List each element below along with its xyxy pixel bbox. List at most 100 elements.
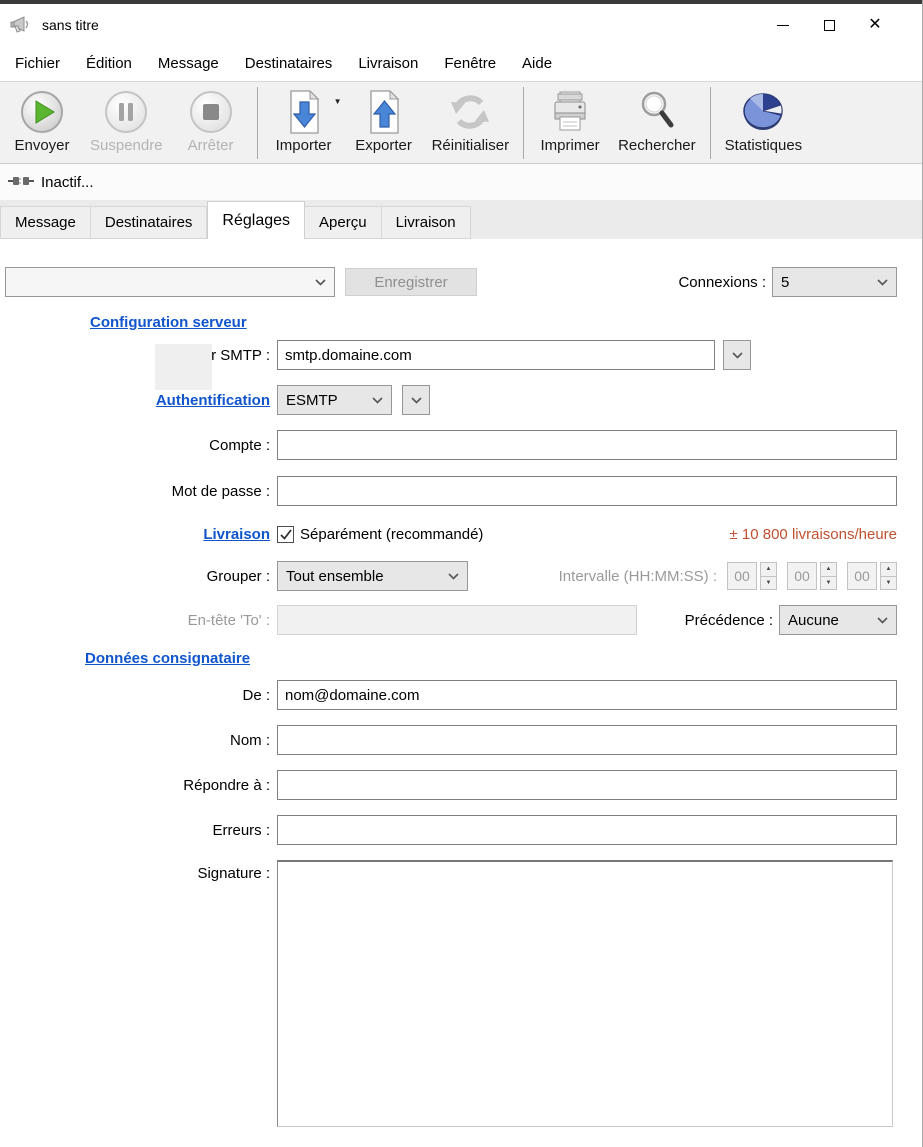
smtp-row: ur SMTP : xyxy=(0,340,897,370)
errors-input[interactable] xyxy=(277,815,897,845)
group-value: Tout ensemble xyxy=(286,567,384,585)
tab-apercu[interactable]: Aperçu xyxy=(305,206,382,239)
chevron-down-icon xyxy=(877,278,888,286)
chevron-down-icon xyxy=(372,396,383,404)
toolbar-label: Envoyer xyxy=(14,137,70,154)
interval-ss-value[interactable]: 00 xyxy=(847,562,877,590)
preset-combobox[interactable] xyxy=(5,267,335,297)
consignor-data-link[interactable]: Données consignataire xyxy=(85,650,250,667)
account-label: Compte : xyxy=(209,436,270,454)
search-button[interactable]: Rechercher xyxy=(610,85,704,160)
title-bar: sans titre ✕ xyxy=(0,4,922,46)
toolbar-label: Importer xyxy=(275,137,332,154)
pause-circle-icon xyxy=(103,88,149,136)
toolbar-label: Arrêter xyxy=(187,137,234,154)
name-input[interactable] xyxy=(277,725,897,755)
window-controls: ✕ xyxy=(760,10,912,40)
interval-mm-spinner[interactable]: 00 ▲ ▼ xyxy=(787,562,837,590)
save-button[interactable]: Enregistrer xyxy=(345,268,477,296)
interval-mm-value[interactable]: 00 xyxy=(787,562,817,590)
toolbar-separator xyxy=(709,86,711,159)
menu-message[interactable]: Message xyxy=(145,55,232,72)
status-text: Inactif... xyxy=(41,173,94,191)
group-combobox[interactable]: Tout ensemble xyxy=(277,561,468,591)
statistics-button[interactable]: Statistiques xyxy=(717,85,811,160)
spinner-down-icon[interactable]: ▼ xyxy=(820,575,837,590)
smtp-input[interactable] xyxy=(277,340,715,370)
errors-row: Erreurs : xyxy=(0,815,897,845)
delivery-link[interactable]: Livraison xyxy=(203,526,270,543)
spinner-up-icon[interactable]: ▲ xyxy=(760,562,777,576)
interval-ss-spinner[interactable]: 00 ▲ ▼ xyxy=(847,562,897,590)
check-icon xyxy=(279,528,292,540)
hh-stepper[interactable]: ▲ ▼ xyxy=(760,562,777,590)
main-toolbar: Envoyer Suspendre Arrêter ▼ Importer Exp… xyxy=(0,81,922,164)
interval-hh-spinner[interactable]: 00 ▲ ▼ xyxy=(727,562,777,590)
stop-button[interactable]: Arrêter xyxy=(171,85,251,160)
tab-livraison[interactable]: Livraison xyxy=(381,206,471,239)
menu-livraison[interactable]: Livraison xyxy=(345,55,431,72)
from-input[interactable] xyxy=(277,680,897,710)
menu-aide[interactable]: Aide xyxy=(509,55,565,72)
from-row: De : xyxy=(0,680,897,710)
name-row: Nom : xyxy=(0,725,897,755)
interval-hh-value[interactable]: 00 xyxy=(727,562,757,590)
precedence-combobox[interactable]: Aucune xyxy=(779,605,897,635)
spinner-up-icon[interactable]: ▲ xyxy=(880,562,897,576)
to-header-input xyxy=(277,605,637,635)
status-bar: Inactif... xyxy=(0,164,922,200)
menu-destinataires[interactable]: Destinataires xyxy=(232,55,346,72)
connections-combobox[interactable]: 5 xyxy=(772,267,897,297)
export-button[interactable]: Exporter xyxy=(344,85,424,160)
reply-to-input[interactable] xyxy=(277,770,897,800)
redaction-box xyxy=(155,344,212,390)
menu-fenetre[interactable]: Fenêtre xyxy=(431,55,509,72)
to-header-label: En-tête 'To' : xyxy=(187,611,270,629)
authentication-link[interactable]: Authentification xyxy=(156,392,270,409)
ss-stepper[interactable]: ▲ ▼ xyxy=(880,562,897,590)
minimize-button[interactable] xyxy=(760,10,806,40)
smtp-history-dropdown[interactable] xyxy=(723,340,751,370)
toolbar-separator xyxy=(256,86,258,159)
disconnected-plug-icon xyxy=(8,174,34,191)
signature-textarea[interactable] xyxy=(277,860,893,1127)
consignor-section-row: Données consignataire xyxy=(0,648,897,668)
menu-fichier[interactable]: Fichier xyxy=(2,55,73,72)
magnifier-icon xyxy=(635,88,679,136)
reset-button[interactable]: Réinitialiser xyxy=(424,85,518,160)
account-input[interactable] xyxy=(277,430,897,460)
auth-method-combobox[interactable]: ESMTP xyxy=(277,385,392,415)
auth-row: Authentification ESMTP xyxy=(0,385,897,415)
settings-panel: Enregistrer Connexions : 5 Configuration… xyxy=(0,239,922,1127)
toolbar-label: Suspendre xyxy=(90,137,163,154)
chevron-down-icon xyxy=(731,351,743,359)
auth-options-dropdown[interactable] xyxy=(402,385,430,415)
send-button[interactable]: Envoyer xyxy=(2,85,82,160)
spinner-down-icon[interactable]: ▼ xyxy=(760,575,777,590)
precedence-label: Précédence : xyxy=(684,611,773,629)
password-label: Mot de passe : xyxy=(171,482,270,500)
separately-checkbox[interactable] xyxy=(277,525,294,543)
tab-message[interactable]: Message xyxy=(0,206,91,239)
connections-value: 5 xyxy=(781,273,790,291)
print-button[interactable]: Imprimer xyxy=(530,85,610,160)
pause-button[interactable]: Suspendre xyxy=(82,85,171,160)
spinner-up-icon[interactable]: ▲ xyxy=(820,562,837,576)
import-dropdown-caret-icon[interactable]: ▼ xyxy=(334,97,342,106)
maximize-button[interactable] xyxy=(806,10,852,40)
tab-reglages[interactable]: Réglages xyxy=(207,201,306,239)
signature-row: Signature : xyxy=(0,860,897,1127)
spinner-down-icon[interactable]: ▼ xyxy=(880,575,897,590)
import-button[interactable]: ▼ Importer xyxy=(264,85,344,160)
password-input[interactable] xyxy=(277,476,897,506)
window-title: sans titre xyxy=(42,17,99,33)
tab-destinataires[interactable]: Destinataires xyxy=(90,206,208,239)
close-icon: ✕ xyxy=(868,16,882,33)
toolbar-label: Exporter xyxy=(355,137,412,154)
mm-stepper[interactable]: ▲ ▼ xyxy=(820,562,837,590)
close-button[interactable]: ✕ xyxy=(852,10,898,40)
server-config-link[interactable]: Configuration serveur xyxy=(90,314,247,331)
menu-edition[interactable]: Édition xyxy=(73,55,145,72)
reply-to-row: Répondre à : xyxy=(0,770,897,800)
interval-label: Intervalle (HH:MM:SS) : xyxy=(558,567,717,585)
